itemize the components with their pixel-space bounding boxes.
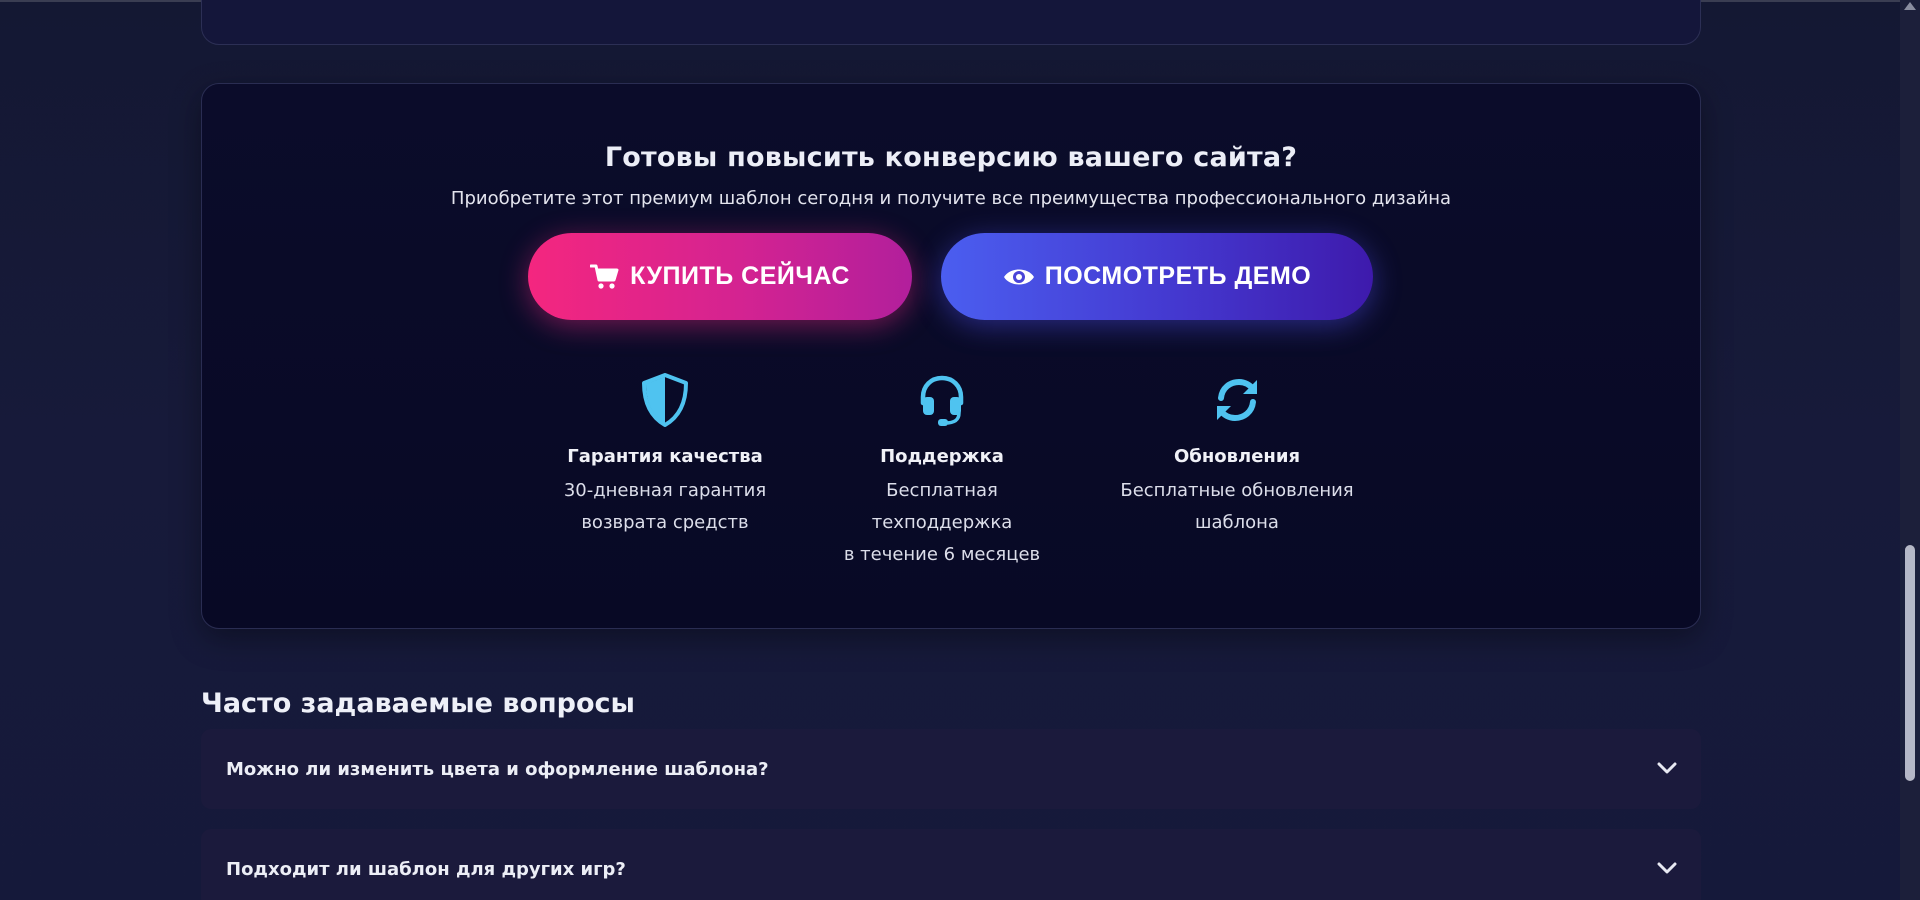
previous-section-card <box>201 0 1701 45</box>
buy-now-button[interactable]: КУПИТЬ СЕЙЧАС <box>528 233 912 320</box>
eye-icon <box>1003 265 1035 289</box>
feature-desc-line: в течение 6 месяцев <box>843 544 1041 565</box>
view-demo-button[interactable]: ПОСМОТРЕТЬ ДЕМО <box>941 233 1373 320</box>
scrollbar-thumb[interactable] <box>1905 545 1915 781</box>
feature-description: Бесплатные обновления шаблона <box>1117 475 1357 539</box>
feature-desc-line: шаблона <box>1195 512 1279 533</box>
cart-icon <box>590 264 620 290</box>
cta-section: Готовы повысить конверсию вашего сайта? … <box>201 83 1701 629</box>
feature-title: Гарантия качества <box>567 446 763 467</box>
feature-title: Обновления <box>1173 446 1301 467</box>
chevron-down-icon <box>1657 860 1677 879</box>
feature-desc-line: 30-дневная гарантия <box>563 480 767 501</box>
cta-subtitle: Приобретите этот премиум шаблон сегодня … <box>450 188 1452 209</box>
cta-title: Готовы повысить конверсию вашего сайта? <box>604 142 1298 173</box>
feature-title: Поддержка <box>880 446 1004 467</box>
shield-icon <box>535 372 795 428</box>
buy-now-label: КУПИТЬ СЕЙЧАС <box>630 262 850 290</box>
chevron-down-icon <box>1657 760 1677 779</box>
feature-updates: Обновления Бесплатные обновления шаблона <box>1107 372 1367 539</box>
feature-desc-line: Бесплатные обновления <box>1120 480 1354 501</box>
feature-desc-line: возврата средств <box>581 512 749 533</box>
scroll-up-arrow-icon[interactable] <box>1904 2 1916 10</box>
feature-description: 30-дневная гарантия возврата средств <box>545 475 785 539</box>
page-scrollbar[interactable] <box>1900 0 1920 900</box>
headset-icon <box>812 372 1072 428</box>
sync-icon <box>1107 372 1367 428</box>
feature-quality: Гарантия качества 30-дневная гарантия во… <box>535 372 795 539</box>
faq-item[interactable]: Можно ли изменить цвета и оформление шаб… <box>201 729 1701 809</box>
view-demo-label: ПОСМОТРЕТЬ ДЕМО <box>1044 262 1312 290</box>
faq-title: Часто задаваемые вопросы <box>201 688 635 719</box>
feature-support: Поддержка Бесплатная техподдержка в тече… <box>812 372 1072 571</box>
faq-question: Подходит ли шаблон для других игр? <box>226 858 626 880</box>
faq-question: Можно ли изменить цвета и оформление шаб… <box>226 758 769 780</box>
feature-description: Бесплатная техподдержка в течение 6 меся… <box>822 475 1062 571</box>
feature-desc-line: Бесплатная техподдержка <box>871 480 1013 533</box>
faq-item[interactable]: Подходит ли шаблон для других игр? <box>201 829 1701 900</box>
